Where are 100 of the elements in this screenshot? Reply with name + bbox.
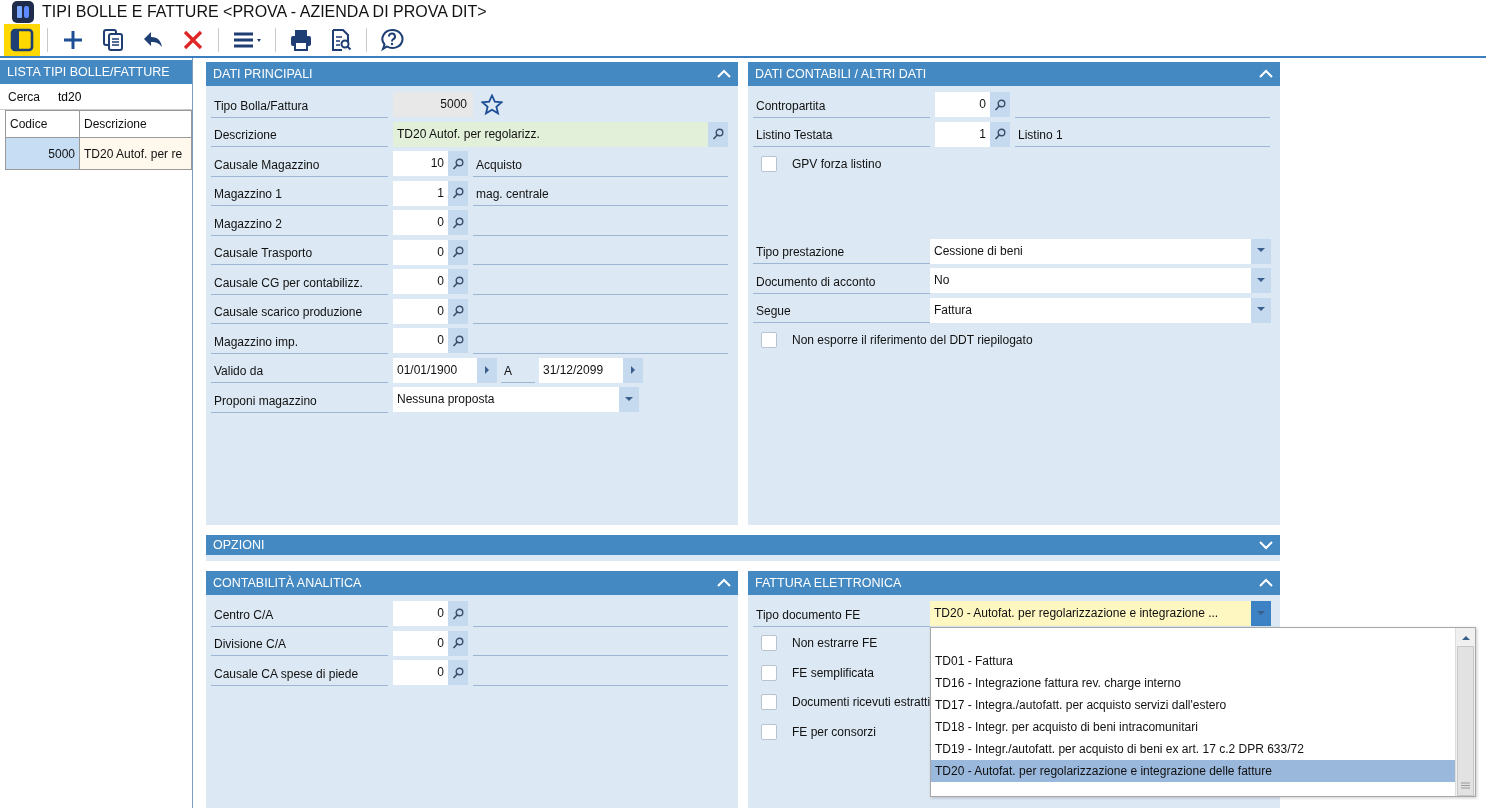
lookup-description: Acquisto: [473, 152, 728, 177]
checkbox-label: Non esporre il riferimento del DDT riepilogato: [792, 331, 1033, 349]
checkbox[interactable]: [761, 155, 777, 172]
dropdown-option[interactable]: TD20 - Autofat. per regolarizzazione e integrazione delle fatture: [931, 760, 1455, 783]
dropdown-option[interactable]: TD01 - Fattura: [931, 650, 1455, 673]
dropdown-button[interactable]: [1251, 297, 1271, 323]
number-field[interactable]: 0: [393, 660, 448, 686]
search-label: Cerca: [7, 88, 41, 106]
star-icon[interactable]: [481, 93, 503, 116]
sidebar-toggle-icon: [10, 28, 34, 52]
number-field[interactable]: 0: [393, 601, 448, 627]
scroll-up-arrow-icon[interactable]: [1460, 634, 1471, 643]
checkbox-label: GPV forza listino: [792, 155, 882, 173]
dropdown-button[interactable]: [1251, 268, 1271, 294]
dropdown-button[interactable]: [1251, 238, 1271, 264]
dropdown-button[interactable]: [1251, 601, 1271, 627]
date-picker-button[interactable]: [623, 357, 643, 383]
lookup-button[interactable]: [448, 210, 468, 236]
sidebar-toggle-button[interactable]: [4, 24, 40, 56]
field-label: Magazzino 2: [211, 211, 388, 236]
dropdown-option[interactable]: TD19 - Integr./autofatt. per acquisto di beni ex art. 17 c.2 DPR 633/72: [931, 738, 1455, 761]
dropdown-field[interactable]: Cessione di beni: [930, 238, 1251, 264]
field-label: Centro C/A: [211, 602, 388, 627]
checkbox[interactable]: [761, 694, 777, 711]
readonly-field: 5000: [393, 92, 473, 118]
search-icon: [712, 128, 724, 141]
text-field[interactable]: TD20 Autof. per regolarizz.: [393, 121, 708, 147]
search-icon: [452, 305, 464, 318]
field-label: Magazzino 1: [211, 182, 388, 206]
dropdown-option[interactable]: TD18 - Integr. per acquisto di beni intracomunitari: [931, 716, 1455, 739]
number-field[interactable]: 0: [393, 269, 448, 295]
number-field[interactable]: 1: [935, 121, 990, 147]
panel-title: CONTABILITÀ ANALITICA: [213, 574, 362, 592]
number-field[interactable]: 0: [393, 239, 448, 265]
print-preview-icon: [329, 28, 353, 52]
field-label: Magazzino imp.: [211, 329, 388, 354]
checkbox[interactable]: [761, 635, 777, 652]
dropdown-option[interactable]: TD17 - Integra./autofatt. per acquisto servizi dall'estero: [931, 694, 1455, 717]
collapse-chevron-icon[interactable]: [1259, 578, 1273, 588]
collapse-chevron-icon[interactable]: [717, 69, 731, 79]
lookup-button[interactable]: [448, 239, 468, 265]
lookup-button[interactable]: [448, 269, 468, 295]
dropdown-field[interactable]: No: [930, 268, 1251, 294]
scrollbar[interactable]: [1455, 628, 1475, 797]
collapse-chevron-icon[interactable]: [1259, 69, 1273, 79]
lookup-button[interactable]: [448, 601, 468, 627]
checkbox-label: Non estrarre FE: [792, 635, 878, 653]
field-label: Contropartita: [753, 93, 930, 118]
number-field[interactable]: 0: [393, 298, 448, 324]
collapse-chevron-icon[interactable]: [717, 578, 731, 588]
number-field[interactable]: 0: [393, 210, 448, 236]
help-icon: [380, 28, 404, 52]
lookup-button[interactable]: [708, 121, 728, 147]
checkbox[interactable]: [761, 664, 777, 681]
expand-chevron-icon[interactable]: [1259, 540, 1273, 550]
dropdown-field[interactable]: Nessuna proposta: [393, 387, 619, 413]
panel-title: DATI PRINCIPALI: [213, 65, 313, 83]
lookup-button[interactable]: [448, 660, 468, 686]
lookup-button[interactable]: [448, 630, 468, 656]
checkbox-label: Documenti ricevuti estratti: [792, 694, 931, 712]
lookup-button[interactable]: [448, 328, 468, 354]
lookup-button[interactable]: [448, 180, 468, 206]
search-icon: [452, 187, 464, 200]
search-icon: [452, 216, 464, 229]
number-field[interactable]: 1: [393, 180, 448, 206]
field-label: Listino Testata: [753, 123, 930, 147]
search-icon: [452, 275, 464, 288]
field-label: Causale Magazzino: [211, 152, 388, 177]
checkbox-label: FE semplificata: [792, 664, 875, 682]
number-field[interactable]: 0: [393, 328, 448, 354]
window-title: TIPI BOLLE E FATTURE <PROVA - AZIENDA DI PROVA DIT>: [42, 2, 487, 22]
field-label: Causale scarico produzione: [211, 300, 388, 324]
lookup-button[interactable]: [448, 151, 468, 177]
lookup-button[interactable]: [990, 92, 1010, 118]
panel-header: LISTA TIPI BOLLE/FATTURE: [0, 60, 192, 84]
number-field[interactable]: 0: [935, 92, 990, 118]
dropdown-option[interactable]: TD16 - Integrazione fattura rev. charge interno: [931, 672, 1455, 695]
delete-icon: [181, 28, 205, 52]
table-cell: TD20 Autof. per re: [84, 146, 183, 161]
dropdown-field[interactable]: Fattura: [930, 297, 1251, 323]
add-icon: [61, 28, 85, 52]
search-icon: [994, 98, 1006, 111]
field-label: Causale CA spese di piede: [211, 661, 388, 686]
search-icon: [452, 157, 464, 170]
grip-icon: [1461, 782, 1470, 790]
field-label: Tipo Bolla/Fattura: [211, 93, 388, 118]
lookup-button[interactable]: [448, 298, 468, 324]
panel-title: FATTURA ELETTRONICA: [755, 574, 902, 592]
date-picker-button[interactable]: [477, 357, 497, 383]
dropdown-button[interactable]: [619, 387, 639, 413]
date-field[interactable]: 01/01/1900: [393, 357, 477, 383]
checkbox[interactable]: [761, 331, 777, 348]
dropdown-field[interactable]: TD20 - Autofat. per regolarizzazione e integrazione ...: [930, 601, 1251, 627]
checkbox[interactable]: [761, 723, 777, 740]
number-field[interactable]: 10: [393, 151, 448, 177]
number-field[interactable]: 0: [393, 630, 448, 656]
print-icon: [289, 28, 313, 52]
lookup-description: Listino 1: [1015, 123, 1270, 147]
date-field[interactable]: 31/12/2099: [539, 357, 623, 383]
lookup-button[interactable]: [990, 121, 1010, 147]
